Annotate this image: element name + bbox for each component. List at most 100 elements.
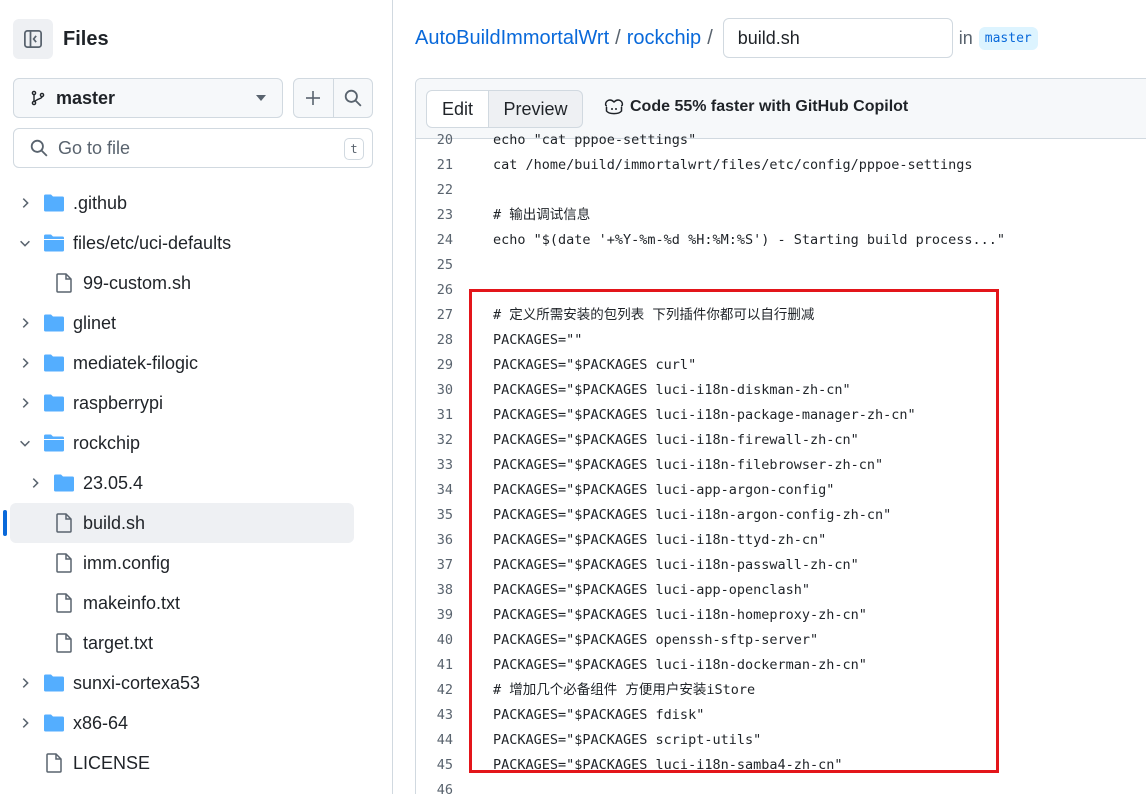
- line-number: 30: [436, 382, 453, 398]
- code-line[interactable]: 35 PACKAGES="$PACKAGES luci-i18n-argon-co…: [416, 503, 1146, 528]
- tree-folder-item[interactable]: glinet: [0, 303, 393, 343]
- tree-folder-item[interactable]: .github: [0, 183, 393, 223]
- add-file-button[interactable]: [294, 79, 334, 117]
- code-text: PACKAGES="$PACKAGES openssh-sftp-server": [493, 632, 819, 648]
- code-line[interactable]: 27 # 定义所需安装的包列表 下列插件你都可以自行删减: [416, 303, 1146, 328]
- code-line[interactable]: 31 PACKAGES="$PACKAGES luci-i18n-package-…: [416, 403, 1146, 428]
- filename-input[interactable]: build.sh: [722, 18, 953, 58]
- code-text: cat /home/build/immortalwrt/files/etc/co…: [493, 157, 973, 173]
- chevron-down-icon[interactable]: [18, 236, 32, 250]
- code-text: # 增加几个必备组件 方便用户安装iStore: [493, 682, 756, 698]
- tab-preview[interactable]: Preview: [489, 90, 583, 128]
- line-number: 23: [436, 207, 453, 223]
- code-line[interactable]: 22: [416, 178, 1146, 203]
- code-line[interactable]: 39 PACKAGES="$PACKAGES luci-i18n-homeprox…: [416, 603, 1146, 628]
- chevron-right-icon[interactable]: [18, 676, 32, 690]
- tree-folder-item[interactable]: mediatek-filogic: [0, 343, 393, 383]
- tree-folder-item[interactable]: x86-64: [0, 703, 393, 743]
- code-line[interactable]: 21 cat /home/build/immortalwrt/files/etc/…: [416, 153, 1146, 178]
- code-text: PACKAGES="$PACKAGES luci-i18n-ttyd-zh-cn…: [493, 532, 827, 548]
- code-line[interactable]: 33 PACKAGES="$PACKAGES luci-i18n-filebrow…: [416, 453, 1146, 478]
- tree-file-item[interactable]: target.txt: [0, 623, 393, 663]
- code-text: PACKAGES="$PACKAGES curl": [493, 357, 697, 373]
- go-to-file-placeholder: Go to file: [58, 137, 131, 158]
- breadcrumb-folder-link[interactable]: rockchip: [627, 27, 701, 50]
- tree-folder-item[interactable]: files/etc/uci-defaults: [0, 223, 393, 263]
- code-line[interactable]: 36 PACKAGES="$PACKAGES luci-i18n-ttyd-zh-…: [416, 528, 1146, 553]
- code-text: PACKAGES="": [493, 332, 583, 348]
- tree-item-label: mediatek-filogic: [73, 353, 199, 373]
- branch-selector[interactable]: master: [13, 78, 283, 118]
- tree-item-label: rockchip: [73, 433, 141, 453]
- tree-item-label: sunxi-cortexa53: [73, 673, 201, 693]
- chevron-right-icon[interactable]: [28, 476, 42, 490]
- line-number: 22: [436, 182, 453, 198]
- breadcrumb-separator: /: [615, 26, 621, 49]
- copilot-promo[interactable]: Code 55% faster with GitHub Copilot: [604, 98, 908, 116]
- tree-item-label: imm.config: [83, 553, 171, 573]
- plus-icon: [306, 91, 321, 105]
- code-line[interactable]: 34 PACKAGES="$PACKAGES luci-app-argon-con…: [416, 478, 1146, 503]
- tree-file-item[interactable]: build.sh: [0, 503, 393, 543]
- code-line[interactable]: 46: [416, 778, 1146, 794]
- line-number: 45: [436, 757, 453, 773]
- go-to-file-input[interactable]: Go to file t: [13, 128, 373, 168]
- file-icon: [56, 593, 72, 613]
- search-icon: [30, 139, 48, 157]
- code-text: PACKAGES="$PACKAGES luci-i18n-diskman-zh…: [493, 382, 851, 398]
- line-number: 42: [436, 682, 453, 698]
- chevron-right-icon[interactable]: [18, 316, 32, 330]
- tree-file-item[interactable]: LICENSE: [0, 743, 393, 783]
- copilot-icon: [604, 99, 624, 115]
- folder-icon: [44, 314, 64, 332]
- code-text: # 定义所需安装的包列表 下列插件你都可以自行删减: [493, 307, 815, 323]
- chevron-right-icon[interactable]: [18, 396, 32, 410]
- collapse-sidebar-button[interactable]: [13, 19, 53, 59]
- tree-file-item[interactable]: makeinfo.txt: [0, 583, 393, 623]
- file-icon: [56, 633, 72, 653]
- tree-folder-item[interactable]: sunxi-cortexa53: [0, 663, 393, 703]
- code-line[interactable]: 29 PACKAGES="$PACKAGES curl": [416, 353, 1146, 378]
- tree-item-label: glinet: [73, 313, 117, 333]
- code-line[interactable]: 42 # 增加几个必备组件 方便用户安装iStore: [416, 678, 1146, 703]
- tree-folder-item[interactable]: rockchip: [0, 423, 393, 463]
- breadcrumb-repo-link[interactable]: AutoBuildImmortalWrt: [415, 27, 609, 50]
- code-line[interactable]: 20 echo "cat pppoe-settings": [416, 128, 1146, 153]
- tree-item-label: 23.05.4: [83, 473, 144, 493]
- code-line[interactable]: 43 PACKAGES="$PACKAGES fdisk": [416, 703, 1146, 728]
- tree-item-label: target.txt: [83, 633, 154, 653]
- tree-item-label: x86-64: [73, 713, 129, 733]
- code-line[interactable]: 24 echo "$(date '+%Y-%m-%d %H:%M:%S') - S…: [416, 228, 1146, 253]
- code-line[interactable]: 23 # 输出调试信息: [416, 203, 1146, 228]
- tree-folder-item[interactable]: 23.05.4: [0, 463, 393, 503]
- line-number: 40: [436, 632, 453, 648]
- line-number: 35: [436, 507, 453, 523]
- line-number: 37: [436, 557, 453, 573]
- chevron-right-icon[interactable]: [18, 716, 32, 730]
- tree-file-item[interactable]: 99-custom.sh: [0, 263, 393, 303]
- folder-open-icon: [44, 434, 64, 452]
- search-files-button[interactable]: [334, 79, 373, 117]
- code-line[interactable]: 28 PACKAGES="": [416, 328, 1146, 353]
- tree-file-item[interactable]: imm.config: [0, 543, 393, 583]
- file-icon: [56, 273, 72, 293]
- code-line[interactable]: 45 PACKAGES="$PACKAGES luci-i18n-samba4-z…: [416, 753, 1146, 778]
- code-text: PACKAGES="$PACKAGES luci-i18n-homeproxy-…: [493, 607, 867, 623]
- code-line[interactable]: 38 PACKAGES="$PACKAGES luci-app-openclash…: [416, 578, 1146, 603]
- chevron-right-icon[interactable]: [18, 196, 32, 210]
- code-line[interactable]: 25: [416, 253, 1146, 278]
- code-line[interactable]: 40 PACKAGES="$PACKAGES openssh-sftp-serve…: [416, 628, 1146, 653]
- tree-folder-item[interactable]: raspberrypi: [0, 383, 393, 423]
- code-line[interactable]: 37 PACKAGES="$PACKAGES luci-i18n-passwall…: [416, 553, 1146, 578]
- chevron-right-icon[interactable]: [18, 356, 32, 370]
- line-number: 24: [436, 232, 453, 248]
- code-line[interactable]: 26: [416, 278, 1146, 303]
- code-text: PACKAGES="$PACKAGES script-utils": [493, 732, 762, 748]
- code-line[interactable]: 32 PACKAGES="$PACKAGES luci-i18n-firewall…: [416, 428, 1146, 453]
- tab-edit[interactable]: Edit: [426, 90, 489, 128]
- code-line[interactable]: 41 PACKAGES="$PACKAGES luci-i18n-dockerma…: [416, 653, 1146, 678]
- code-line[interactable]: 44 PACKAGES="$PACKAGES script-utils": [416, 728, 1146, 753]
- tree-item-label: files/etc/uci-defaults: [73, 233, 232, 253]
- code-line[interactable]: 30 PACKAGES="$PACKAGES luci-i18n-diskman-…: [416, 378, 1146, 403]
- chevron-down-icon[interactable]: [18, 436, 32, 450]
